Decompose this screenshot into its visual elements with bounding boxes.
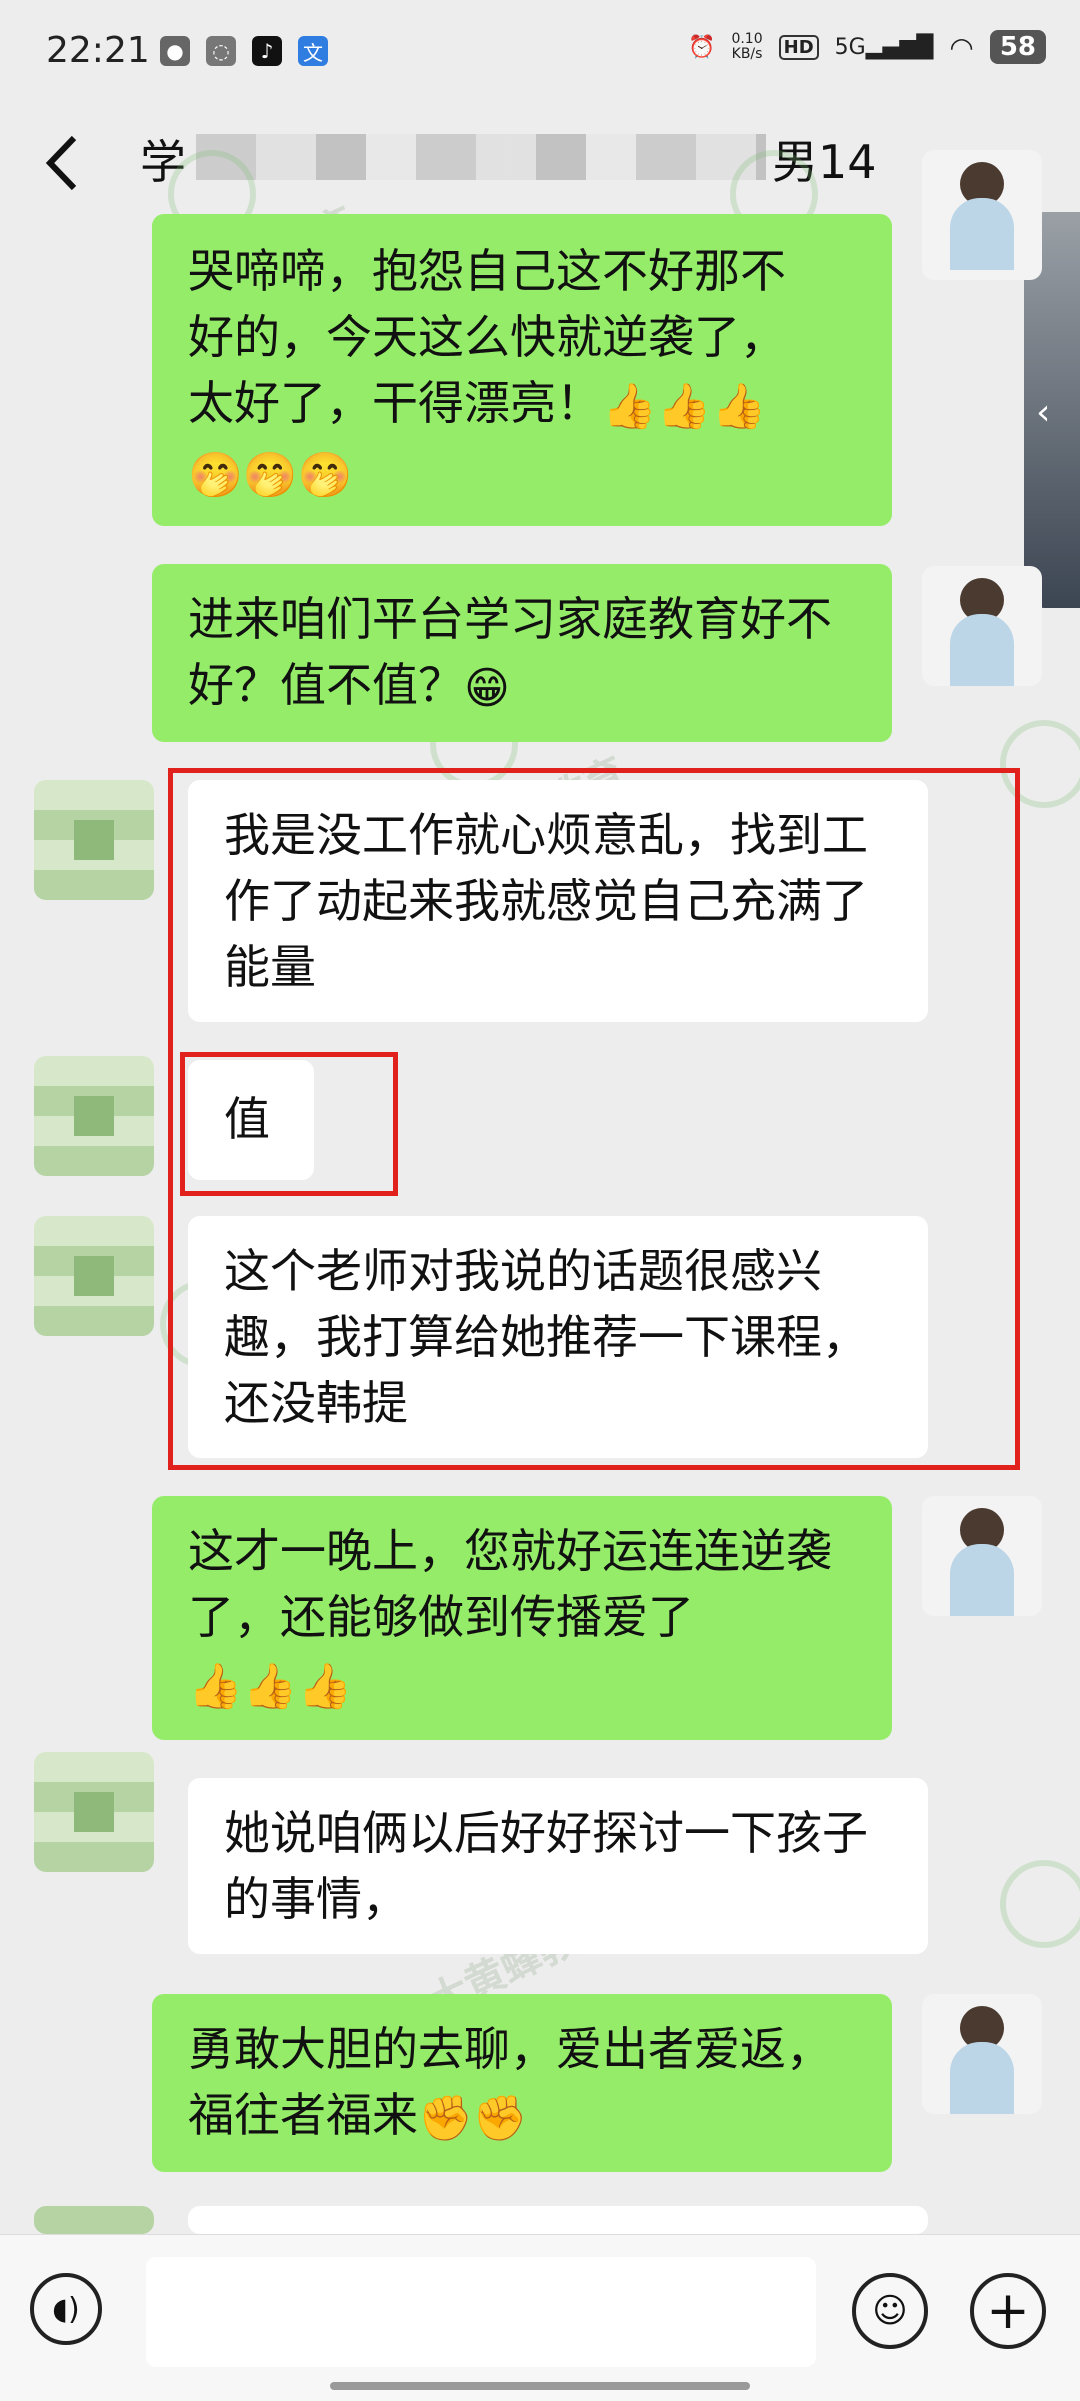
message-input[interactable] (146, 2257, 816, 2367)
status-bar: 22:21 ● ◌ ♪ 文 ⏰ 0.10 KB/s HD 5G▂▄▆█ ◠ 58 (0, 0, 1080, 104)
avatar[interactable] (922, 1496, 1042, 1616)
message-bubble-outgoing[interactable]: 哭啼啼，抱怨自己这不好那不 好的，今天这么快就逆袭了， 太好了，干得漂亮！👍👍👍… (152, 214, 892, 526)
home-indicator[interactable] (330, 2382, 750, 2390)
hug-emoji: 🤭🤭🤭 (188, 450, 353, 501)
watermark-logo (1000, 1860, 1080, 1948)
back-arrow-icon[interactable] (38, 128, 88, 198)
wechat-icon: ● (160, 36, 190, 66)
avatar[interactable] (34, 1752, 154, 1872)
translate-icon: 文 (298, 36, 328, 66)
avatar[interactable] (922, 566, 1042, 686)
status-time: 22:21 (46, 30, 150, 71)
tiktok-icon: ♪ (252, 36, 282, 66)
message-bubble-outgoing[interactable]: 勇敢大胆的去聊，爱出者爱返，福往者福来✊✊ (152, 1994, 892, 2172)
hd-icon: HD (778, 34, 819, 60)
thumbs-up-emoji: 👍👍👍 (188, 1660, 353, 1712)
message-bubble-incoming[interactable]: 我是没工作就心烦意乱，找到工作了动起来我就感觉自己充满了能量 (188, 780, 928, 1022)
chevron-left-icon: ‹ (1036, 392, 1051, 433)
net-speed: 0.10 KB/s (731, 31, 763, 62)
message-bubble-outgoing[interactable]: 这才一晚上，您就好运连连逆袭了，还能够做到传播爱了👍👍👍 (152, 1496, 892, 1740)
grin-emoji: 😁 (464, 662, 510, 714)
emoji-icon[interactable]: ☺ (852, 2273, 928, 2349)
avatar[interactable] (34, 1056, 154, 1176)
fist-emoji: ✊✊ (418, 2092, 528, 2144)
message-bubble-incoming[interactable]: 她说咱俩以后好好探讨一下孩子的事情， (188, 1778, 928, 1954)
alarm-icon: ⏰ (688, 34, 716, 60)
status-notification-icons: ● ◌ ♪ 文 (160, 36, 328, 66)
thumbs-up-emoji: 👍👍👍 (602, 380, 767, 432)
highlight-box-small (180, 1052, 398, 1196)
voice-icon[interactable]: ◖) (30, 2273, 102, 2345)
plus-icon[interactable]: + (970, 2273, 1046, 2349)
avatar[interactable] (34, 2206, 154, 2234)
avatar[interactable] (922, 150, 1042, 280)
battery-icon: 58 (989, 30, 1046, 64)
input-bar: ◖) ☺ + (0, 2234, 1080, 2401)
message-bubble-outgoing[interactable]: 进来咱们平台学习家庭教育好不好？值不值？😁 (152, 564, 892, 742)
message-bubble-incoming[interactable] (188, 2206, 928, 2234)
message-bubble-incoming[interactable]: 这个老师对我说的话题很感兴趣，我打算给她推荐一下课程，还没韩提 (188, 1216, 928, 1458)
avatar[interactable] (34, 780, 154, 900)
wifi-icon: ◠ (949, 30, 974, 64)
chat-header: 学 男14 ··· (0, 104, 1080, 224)
title-blur-mask (196, 134, 766, 180)
message-icon: ◌ (206, 36, 236, 66)
signal-icon: 5G▂▄▆█ (834, 34, 934, 60)
avatar[interactable] (922, 1994, 1042, 2114)
avatar[interactable] (34, 1216, 154, 1336)
status-right-icons: ⏰ 0.10 KB/s HD 5G▂▄▆█ ◠ 58 (688, 30, 1046, 64)
